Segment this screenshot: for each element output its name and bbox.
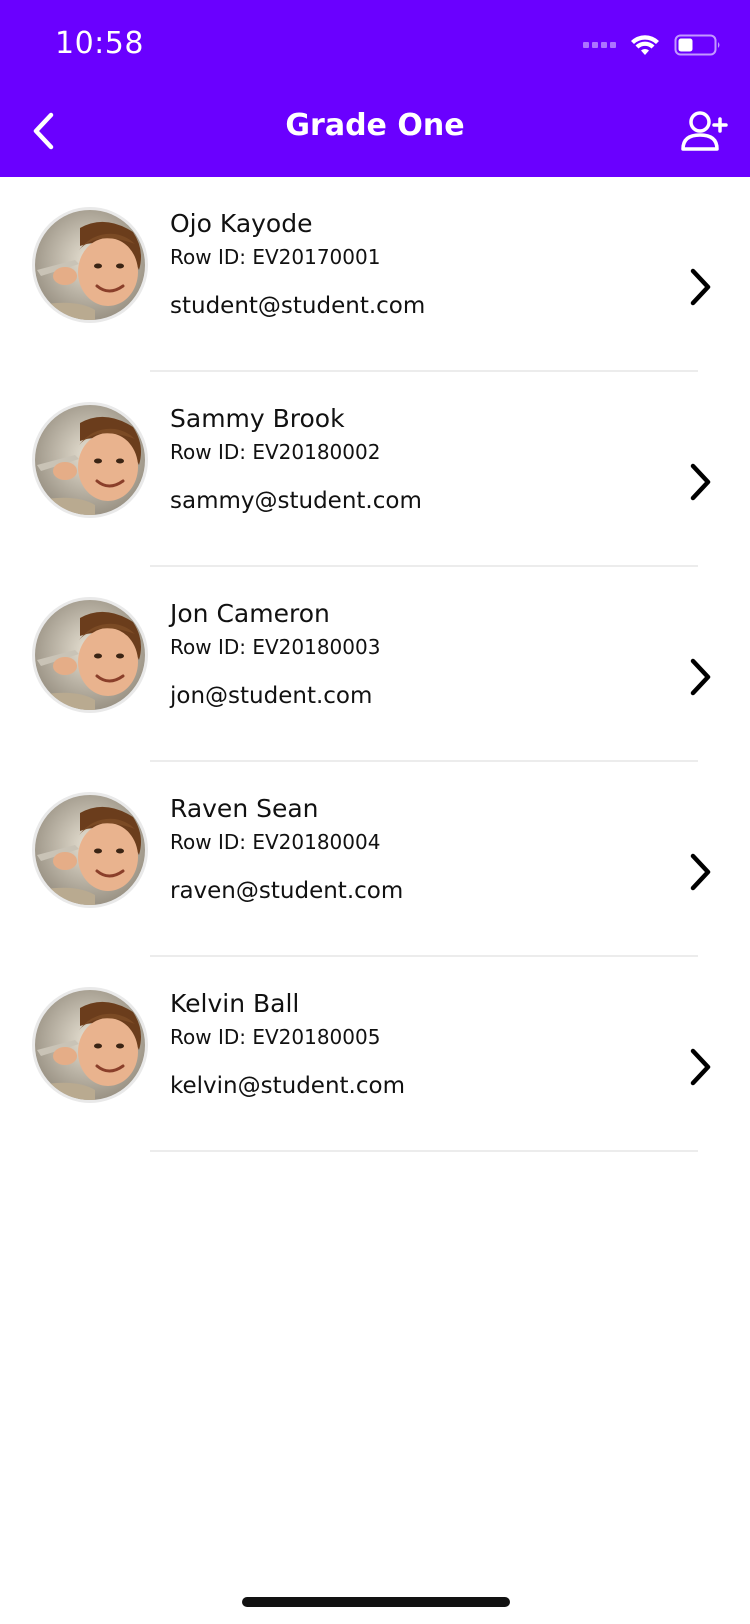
status-time: 10:58: [55, 26, 144, 61]
student-row-id: Row ID: EV20180003: [170, 635, 381, 659]
chevron-right-icon: [686, 850, 716, 894]
list-item[interactable]: Sammy Brook Row ID: EV20180002 sammy@stu…: [0, 372, 750, 567]
add-student-button[interactable]: [678, 108, 730, 154]
add-user-icon: [681, 111, 728, 151]
list-item[interactable]: Ojo Kayode Row ID: EV20170001 student@st…: [0, 177, 750, 372]
student-name: Kelvin Ball: [170, 989, 300, 1018]
app-header: 10:58 Grade One: [0, 0, 750, 177]
status-icons: [583, 30, 722, 60]
chevron-right-icon: [686, 1045, 716, 1089]
student-row-id: Row ID: EV20180002: [170, 440, 381, 464]
avatar: [32, 987, 148, 1103]
student-list: Ojo Kayode Row ID: EV20170001 student@st…: [0, 177, 750, 1152]
student-row-id: Row ID: EV20180004: [170, 830, 381, 854]
chevron-right-icon: [686, 655, 716, 699]
student-row-id: Row ID: EV20180005: [170, 1025, 381, 1049]
student-email: student@student.com: [170, 293, 426, 319]
student-email: sammy@student.com: [170, 488, 422, 514]
avatar: [32, 402, 148, 518]
student-row-id: Row ID: EV20170001: [170, 245, 381, 269]
list-item[interactable]: Jon Cameron Row ID: EV20180003 jon@stude…: [0, 567, 750, 762]
avatar: [32, 597, 148, 713]
wifi-icon: [631, 35, 659, 55]
list-item[interactable]: Raven Sean Row ID: EV20180004 raven@stud…: [0, 762, 750, 957]
battery-icon: [674, 34, 720, 56]
student-name: Raven Sean: [170, 794, 319, 823]
chevron-right-icon: [686, 460, 716, 504]
home-indicator[interactable]: [242, 1597, 510, 1607]
page-title: Grade One: [285, 108, 465, 143]
student-email: raven@student.com: [170, 878, 404, 904]
divider: [150, 1150, 698, 1152]
avatar: [32, 792, 148, 908]
list-item[interactable]: Kelvin Ball Row ID: EV20180005 kelvin@st…: [0, 957, 750, 1152]
student-name: Jon Cameron: [170, 599, 330, 628]
student-email: jon@student.com: [170, 683, 373, 709]
student-email: kelvin@student.com: [170, 1073, 405, 1099]
student-name: Ojo Kayode: [170, 209, 313, 238]
student-name: Sammy Brook: [170, 404, 345, 433]
avatar: [32, 207, 148, 323]
cellular-signal-icon: [583, 42, 616, 48]
chevron-right-icon: [686, 265, 716, 309]
